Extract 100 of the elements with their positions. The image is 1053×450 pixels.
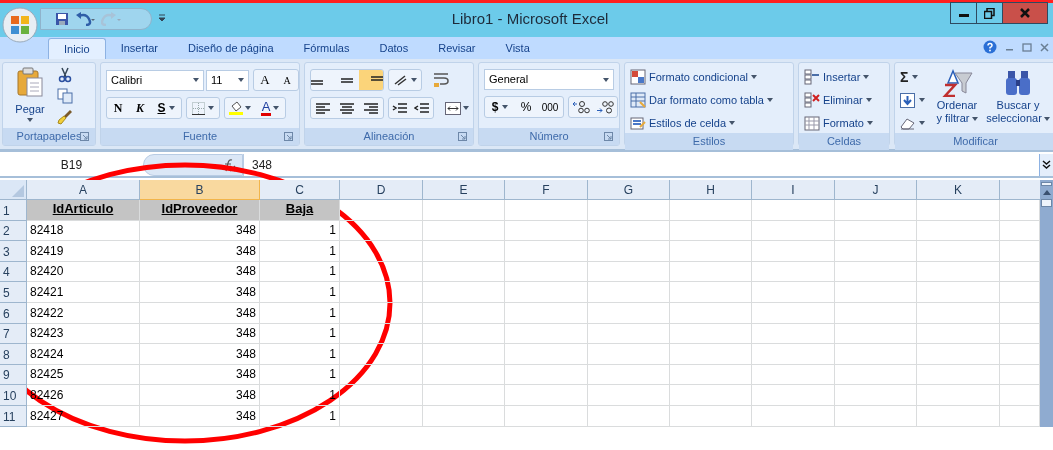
empty-cell[interactable] bbox=[670, 323, 752, 345]
empty-cell[interactable] bbox=[917, 220, 1000, 242]
split-handle[interactable] bbox=[1041, 182, 1052, 186]
empty-cell[interactable] bbox=[588, 405, 670, 427]
empty-cell[interactable] bbox=[917, 385, 1000, 406]
column-header[interactable]: E bbox=[423, 180, 505, 200]
empty-cell[interactable] bbox=[423, 261, 505, 283]
table-cell[interactable]: 348 bbox=[140, 282, 260, 303]
empty-cell[interactable] bbox=[917, 302, 1000, 324]
empty-cell[interactable] bbox=[670, 261, 752, 283]
wrap-text-icon[interactable] bbox=[432, 72, 450, 88]
empty-cell[interactable] bbox=[505, 261, 588, 283]
column-header[interactable]: I bbox=[752, 180, 835, 200]
caret-icon[interactable] bbox=[919, 121, 925, 125]
empty-cell[interactable] bbox=[340, 261, 423, 283]
table-cell[interactable]: 1 bbox=[260, 323, 340, 345]
empty-cell[interactable] bbox=[340, 405, 423, 427]
empty-cell[interactable] bbox=[340, 282, 423, 303]
empty-cell[interactable] bbox=[752, 200, 835, 221]
empty-cell[interactable] bbox=[423, 405, 505, 427]
empty-cell[interactable] bbox=[588, 302, 670, 324]
empty-cell[interactable] bbox=[670, 220, 752, 242]
empty-cell[interactable] bbox=[917, 282, 1000, 303]
font-size-dropdown[interactable]: 11 bbox=[206, 69, 249, 91]
empty-cell[interactable] bbox=[835, 241, 917, 262]
row-header[interactable]: 6 bbox=[0, 302, 27, 324]
empty-cell[interactable] bbox=[423, 323, 505, 345]
caret-icon[interactable] bbox=[766, 98, 773, 102]
empty-cell[interactable] bbox=[752, 302, 835, 324]
dialog-launcher-icon[interactable] bbox=[284, 132, 293, 141]
ribbon-tab[interactable]: Fórmulas bbox=[288, 38, 365, 59]
table-cell[interactable]: 1 bbox=[260, 220, 340, 242]
bold-button[interactable]: N bbox=[107, 99, 129, 117]
empty-cell[interactable] bbox=[752, 385, 835, 406]
table-cell[interactable]: 82423 bbox=[27, 323, 140, 345]
customize-icon[interactable] bbox=[158, 14, 166, 22]
empty-cell[interactable] bbox=[505, 241, 588, 262]
column-header[interactable]: B bbox=[140, 180, 260, 200]
close-button[interactable] bbox=[1003, 3, 1047, 23]
function-icon[interactable] bbox=[222, 158, 236, 172]
empty-cell[interactable] bbox=[752, 241, 835, 262]
scroll-thumb[interactable] bbox=[1041, 199, 1052, 207]
table-cell[interactable]: 1 bbox=[260, 241, 340, 262]
empty-cell[interactable] bbox=[752, 282, 835, 303]
column-header[interactable]: K bbox=[917, 180, 1000, 200]
empty-cell[interactable] bbox=[835, 364, 917, 386]
caret-icon[interactable] bbox=[245, 106, 251, 110]
caret-icon[interactable] bbox=[193, 78, 199, 82]
dialog-launcher-icon[interactable] bbox=[80, 132, 89, 141]
empty-cell[interactable] bbox=[670, 282, 752, 303]
name-box[interactable]: B19 bbox=[0, 156, 143, 174]
font-name-dropdown[interactable]: Calibri bbox=[106, 69, 204, 91]
empty-cell[interactable] bbox=[588, 385, 670, 406]
empty-cell[interactable] bbox=[423, 220, 505, 242]
table-cell[interactable]: 82420 bbox=[27, 261, 140, 283]
expand-formula-button[interactable] bbox=[1039, 154, 1053, 176]
empty-cell[interactable] bbox=[588, 344, 670, 365]
italic-button[interactable]: K bbox=[129, 99, 151, 117]
table-cell[interactable]: 1 bbox=[260, 261, 340, 283]
empty-cell[interactable] bbox=[505, 220, 588, 242]
styles-menu-button[interactable]: Dar formato como tabla bbox=[630, 90, 793, 110]
table-cell[interactable]: 1 bbox=[260, 302, 340, 324]
empty-cell[interactable] bbox=[835, 344, 917, 365]
empty-cell[interactable] bbox=[752, 261, 835, 283]
caret-icon[interactable] bbox=[411, 78, 417, 82]
empty-cell[interactable] bbox=[588, 364, 670, 386]
header-cell[interactable]: IdProveedor bbox=[140, 200, 260, 221]
empty-cell[interactable] bbox=[340, 385, 423, 406]
empty-cell[interactable] bbox=[340, 220, 423, 242]
empty-cell[interactable] bbox=[670, 302, 752, 324]
save-icon[interactable] bbox=[55, 12, 69, 26]
empty-cell[interactable] bbox=[835, 282, 917, 303]
row-header[interactable]: 10 bbox=[0, 385, 27, 406]
ribbon-tab[interactable]: Inicio bbox=[48, 38, 106, 59]
empty-cell[interactable] bbox=[752, 220, 835, 242]
empty-cell[interactable] bbox=[505, 405, 588, 427]
caret-icon[interactable] bbox=[863, 75, 870, 79]
table-cell[interactable]: 348 bbox=[140, 323, 260, 345]
caret-icon[interactable] bbox=[168, 106, 175, 110]
column-header[interactable]: J bbox=[835, 180, 917, 200]
autosum-button[interactable]: Σ bbox=[900, 67, 925, 87]
empty-cell[interactable] bbox=[423, 385, 505, 406]
empty-cell[interactable] bbox=[505, 282, 588, 303]
caret-icon[interactable] bbox=[912, 75, 919, 79]
caret-icon[interactable] bbox=[751, 75, 758, 79]
empty-cell[interactable] bbox=[340, 344, 423, 365]
empty-cell[interactable] bbox=[505, 364, 588, 386]
cells-menu-button[interactable]: Insertar bbox=[804, 67, 889, 87]
empty-cell[interactable] bbox=[340, 302, 423, 324]
styles-menu-button[interactable]: Formato condicional bbox=[630, 67, 793, 87]
empty-cell[interactable] bbox=[835, 405, 917, 427]
row-header[interactable]: 9 bbox=[0, 364, 27, 386]
vertical-scrollbar[interactable] bbox=[1040, 180, 1053, 427]
empty-cell[interactable] bbox=[670, 364, 752, 386]
empty-cell[interactable] bbox=[752, 344, 835, 365]
row-header[interactable]: 4 bbox=[0, 261, 27, 283]
dialog-launcher-icon[interactable] bbox=[458, 132, 467, 141]
caret-icon[interactable] bbox=[273, 106, 280, 110]
empty-cell[interactable] bbox=[505, 385, 588, 406]
empty-cell[interactable] bbox=[670, 241, 752, 262]
